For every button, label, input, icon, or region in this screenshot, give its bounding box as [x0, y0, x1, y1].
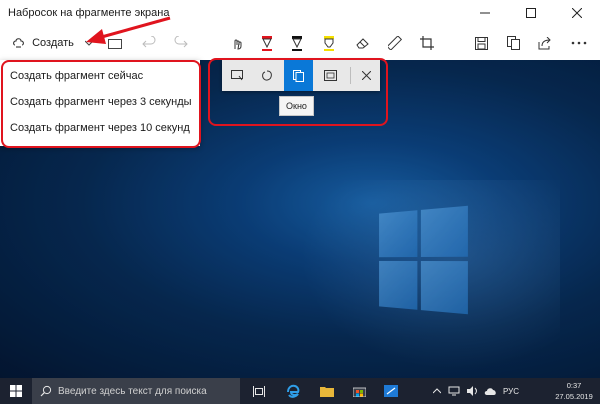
ruler-button[interactable] [380, 26, 410, 60]
save-icon [475, 37, 488, 50]
annotation-arrow-icon [84, 16, 174, 48]
create-button[interactable]: Создать [6, 26, 80, 60]
onedrive-tray-button[interactable] [482, 378, 498, 404]
maximize-icon [526, 8, 536, 18]
volume-tray-button[interactable] [464, 378, 480, 404]
chevron-up-icon [433, 388, 441, 394]
new-snip-icon [12, 36, 26, 50]
task-view-icon [253, 386, 265, 397]
eraser-button[interactable] [348, 26, 378, 60]
create-button-label: Создать [32, 37, 74, 49]
speaker-icon [466, 386, 478, 396]
crop-button[interactable] [412, 26, 442, 60]
annotation-highlight-dropdown [1, 60, 201, 148]
share-icon [538, 37, 552, 50]
search-placeholder: Введите здесь текст для поиска [58, 386, 207, 397]
cloud-icon [484, 387, 497, 396]
task-view-button[interactable] [248, 378, 270, 404]
search-icon [40, 385, 52, 397]
pencil-button[interactable] [282, 26, 312, 60]
snip-sketch-icon [384, 385, 398, 397]
more-icon [571, 41, 587, 45]
close-button[interactable] [554, 0, 600, 26]
taskbar-search-box[interactable]: Введите здесь текст для поиска [32, 378, 240, 404]
minimize-icon [480, 8, 490, 18]
copy-icon [507, 36, 520, 50]
windows-logo-icon [10, 385, 22, 397]
annotation-highlight-snip-bar [208, 58, 388, 126]
snip-sketch-taskbar-button[interactable] [378, 378, 404, 404]
taskbar-clock[interactable]: 0:37 27.05.2019 [554, 380, 594, 402]
ballpoint-pen-icon [261, 35, 273, 51]
start-button[interactable] [0, 378, 32, 404]
language-indicator[interactable]: РУС [500, 378, 522, 404]
network-tray-button[interactable] [446, 378, 462, 404]
tray-overflow-button[interactable] [430, 378, 444, 404]
explorer-taskbar-button[interactable] [314, 378, 340, 404]
ruler-icon [388, 36, 402, 50]
minimize-button[interactable] [462, 0, 508, 26]
close-icon [572, 8, 582, 18]
language-label: РУС [503, 387, 519, 396]
edge-browser-icon [286, 384, 300, 398]
touch-writing-button[interactable] [222, 26, 252, 60]
more-button[interactable] [564, 26, 594, 60]
folder-icon [320, 385, 334, 397]
redo-icon [174, 36, 188, 50]
highlighter-icon [323, 35, 335, 51]
eraser-icon [356, 37, 370, 49]
edge-taskbar-button[interactable] [280, 378, 306, 404]
clock-date: 27.05.2019 [554, 391, 594, 402]
copy-button[interactable] [498, 26, 528, 60]
clock-time: 0:37 [554, 380, 594, 391]
store-taskbar-button[interactable] [346, 378, 372, 404]
maximize-button[interactable] [508, 0, 554, 26]
share-button[interactable] [530, 26, 560, 60]
touch-writing-icon [230, 36, 244, 50]
show-desktop-button[interactable] [592, 378, 600, 404]
save-button[interactable] [466, 26, 496, 60]
pencil-icon [291, 35, 303, 51]
crop-icon [420, 36, 434, 50]
taskbar: Введите здесь текст для поиска РУС 0:37 … [0, 378, 600, 404]
highlighter-button[interactable] [314, 26, 344, 60]
network-icon [448, 386, 460, 396]
ballpoint-pen-button[interactable] [252, 26, 282, 60]
store-bag-icon [353, 385, 366, 397]
